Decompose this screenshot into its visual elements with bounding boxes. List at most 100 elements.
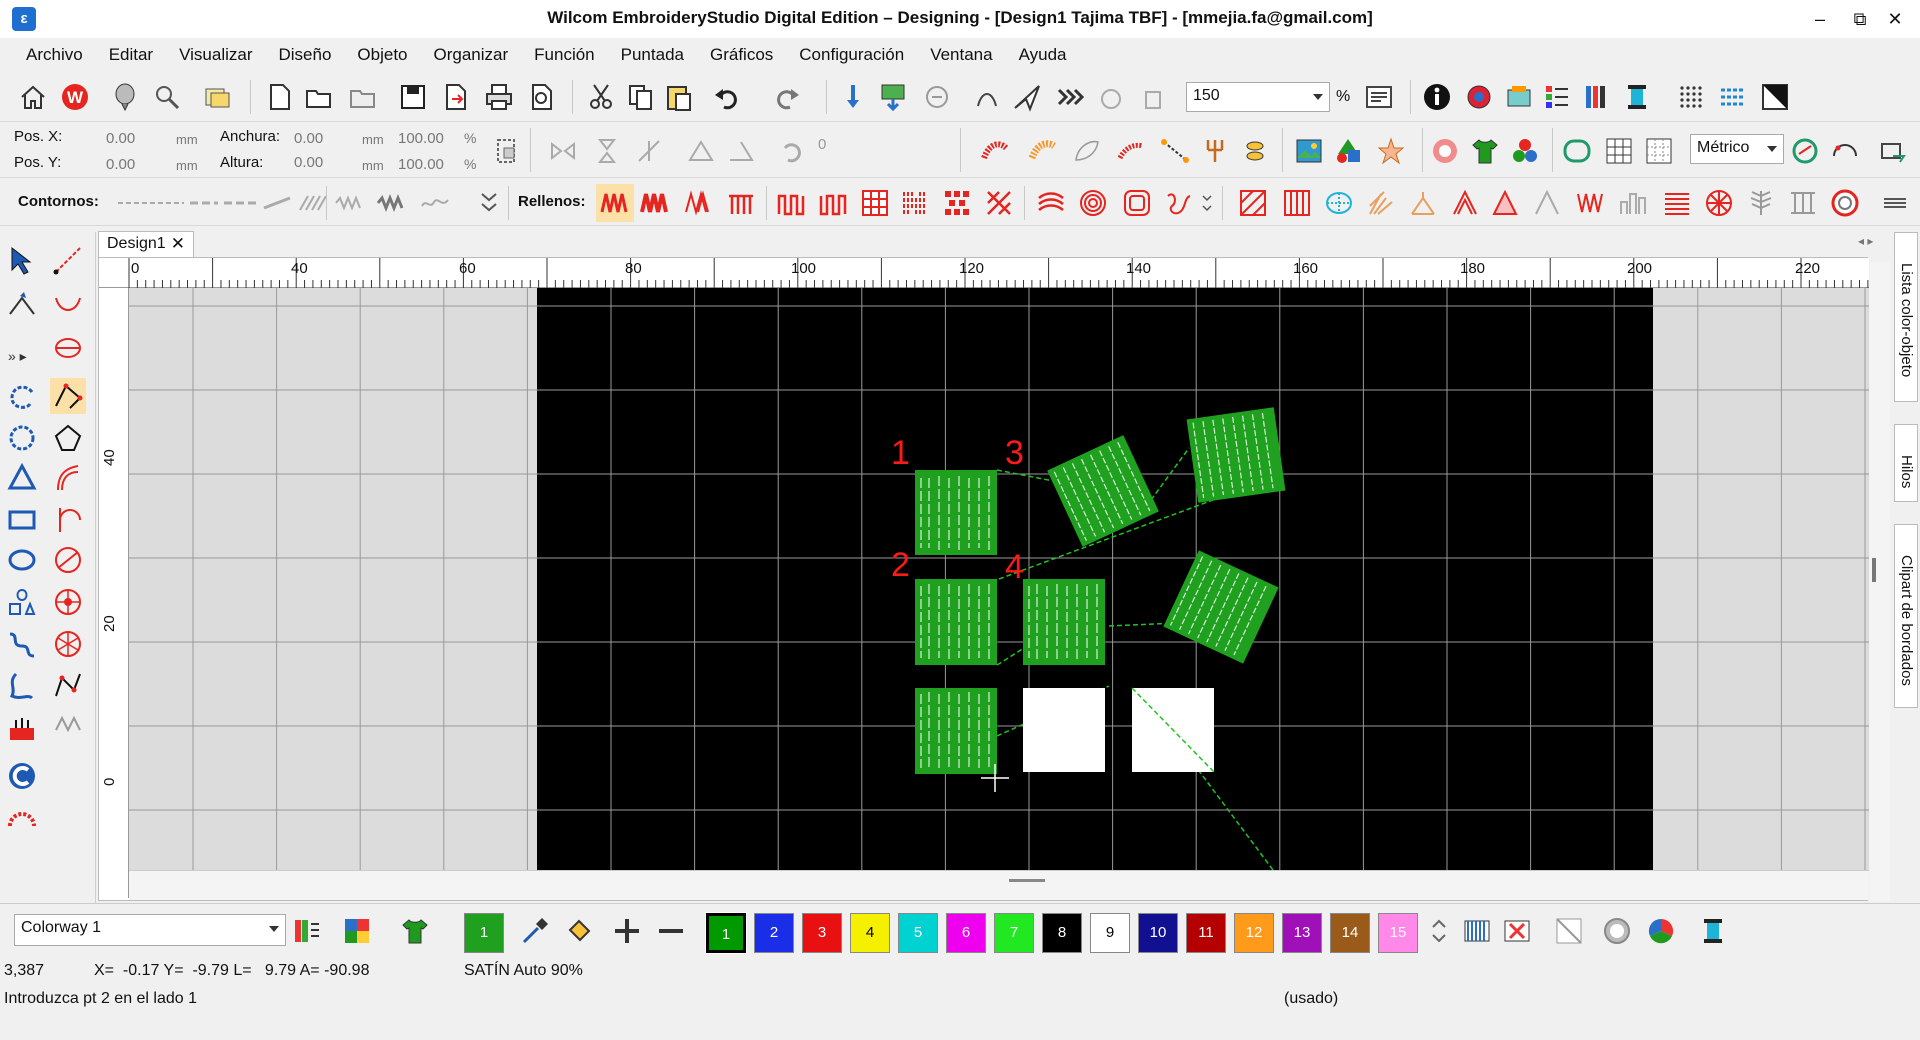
lace-fill-icon[interactable] <box>1162 186 1196 220</box>
undo-icon[interactable] <box>710 80 744 114</box>
stitch-square-2[interactable] <box>915 579 997 665</box>
arc-tool-icon[interactable] <box>50 286 86 322</box>
digitize-open-icon[interactable] <box>4 380 40 416</box>
eyedropper-icon[interactable] <box>518 914 552 948</box>
white-square-1[interactable] <box>1023 688 1105 772</box>
monogram-icon[interactable] <box>1428 134 1462 168</box>
more-fills-icon[interactable] <box>1200 186 1214 220</box>
motif-fill-icon[interactable] <box>898 186 932 220</box>
info-icon[interactable] <box>1420 80 1454 114</box>
steps-icon[interactable] <box>1616 186 1650 220</box>
multi-decoration-icon[interactable] <box>1508 134 1542 168</box>
stitch-player-icon[interactable] <box>836 80 870 114</box>
print-preview-icon[interactable] <box>524 80 558 114</box>
freehand-closed-icon[interactable] <box>4 668 40 704</box>
step-fill-icon[interactable] <box>724 186 758 220</box>
picture-icon[interactable] <box>1292 134 1326 168</box>
menu-ayuda[interactable]: Ayuda <box>1019 45 1067 65</box>
sequence-icon[interactable] <box>1716 80 1750 114</box>
monogram-tool-icon[interactable] <box>50 708 86 744</box>
send-to-machine-icon[interactable] <box>876 80 910 114</box>
zigzag-icon[interactable] <box>374 186 408 220</box>
radial-fill-icon[interactable] <box>1364 186 1398 220</box>
trim-icon[interactable] <box>1136 80 1170 114</box>
run-outline-icon[interactable] <box>116 186 186 220</box>
reshape-line-icon[interactable] <box>50 242 86 278</box>
colorway-grid-icon[interactable] <box>340 914 374 948</box>
menu-visualizar[interactable]: Visualizar <box>179 45 252 65</box>
star-fill-icon[interactable] <box>1406 186 1440 220</box>
contour-fill-icon[interactable] <box>1120 186 1154 220</box>
thread-matching-icon[interactable] <box>1500 914 1534 948</box>
machine-icon[interactable] <box>920 80 954 114</box>
thread-swatch[interactable]: 4 <box>850 913 890 953</box>
menu-configuracion[interactable]: Configuración <box>799 45 904 65</box>
colorway-combo[interactable]: Colorway 1 <box>14 914 286 946</box>
thread-swatch[interactable]: 6 <box>946 913 986 953</box>
colorway-list-icon[interactable] <box>290 914 324 948</box>
thread-swatch[interactable]: 9 <box>1090 913 1130 953</box>
hoop-icon[interactable] <box>1094 80 1128 114</box>
open-folder-icon[interactable] <box>302 80 336 114</box>
vertical-scrollbar-thumb[interactable] <box>1872 558 1876 582</box>
grid-dots-icon[interactable] <box>1674 80 1708 114</box>
shapes-icon[interactable] <box>1332 134 1366 168</box>
expand-chevron-icon[interactable]: » ▸ <box>8 348 27 365</box>
rotate-ccw-icon[interactable] <box>724 134 758 168</box>
rulers-toggle-icon[interactable] <box>1642 134 1676 168</box>
properties-icon[interactable] <box>1362 80 1396 114</box>
threads-icon[interactable] <box>1580 80 1614 114</box>
thread-swatch[interactable]: 1 <box>705 912 747 954</box>
paste-icon[interactable] <box>662 80 696 114</box>
columns-icon[interactable] <box>1786 186 1820 220</box>
stippling-icon[interactable] <box>1488 186 1522 220</box>
satin-stitch-icon[interactable] <box>978 134 1012 168</box>
pattern-fill-icon[interactable] <box>858 186 892 220</box>
close-button[interactable]: ✕ <box>1870 0 1920 38</box>
tshirt-icon[interactable] <box>1468 134 1502 168</box>
travel-icon[interactable] <box>970 80 1004 114</box>
radial-tool-icon[interactable] <box>50 584 86 620</box>
skew-icon[interactable] <box>684 134 718 168</box>
fish-icon[interactable] <box>1240 134 1274 168</box>
menu-objeto[interactable]: Objeto <box>357 45 407 65</box>
satin-outline-icon[interactable] <box>332 186 366 220</box>
stitch-square-1[interactable] <box>915 470 997 555</box>
thread-swatch[interactable]: 10 <box>1138 913 1178 953</box>
cross-stitch-icon[interactable] <box>940 186 974 220</box>
garment-icon[interactable] <box>398 914 432 948</box>
paint-bucket-icon[interactable] <box>562 914 596 948</box>
radial-lines-icon[interactable] <box>1702 186 1736 220</box>
open-recent-icon[interactable] <box>346 80 380 114</box>
stitch-square-4[interactable] <box>1023 579 1105 665</box>
wilcom-w-icon[interactable]: W <box>58 80 92 114</box>
shapes-tool-icon[interactable] <box>4 584 40 620</box>
grid-toggle-icon[interactable] <box>1602 134 1636 168</box>
export-icon[interactable] <box>438 80 472 114</box>
menu-funcion[interactable]: Función <box>534 45 594 65</box>
sequin-fill-icon[interactable] <box>982 186 1016 220</box>
mirror-horizontal-icon[interactable] <box>546 134 580 168</box>
zoom-combo[interactable]: 150 <box>1186 82 1330 112</box>
spiral-fill-icon[interactable] <box>1076 186 1110 220</box>
digitize-closed-icon[interactable] <box>4 420 40 456</box>
column-fill-icon[interactable] <box>1280 186 1314 220</box>
redo-icon[interactable] <box>770 80 804 114</box>
menu-organizar[interactable]: Organizar <box>434 45 509 65</box>
fern-icon[interactable] <box>1744 186 1778 220</box>
scroll-swatches-icon[interactable] <box>1422 914 1456 948</box>
trapunto-icon[interactable] <box>1530 186 1564 220</box>
stitch-square-bottom[interactable] <box>915 688 997 774</box>
satin-fill-icon[interactable] <box>638 186 672 220</box>
add-color-icon[interactable] <box>610 914 644 948</box>
bezier-tool-icon[interactable] <box>50 668 86 704</box>
point-to-point-icon[interactable] <box>1158 134 1192 168</box>
select-arrow-icon[interactable] <box>4 242 40 278</box>
hoop-display-icon[interactable] <box>1560 134 1594 168</box>
lock-proportion-icon[interactable] <box>488 134 522 168</box>
balloon-icon[interactable] <box>108 80 142 114</box>
lettering-arc-icon[interactable] <box>4 798 40 834</box>
design-library-icon[interactable] <box>150 80 184 114</box>
remove-color-icon[interactable] <box>654 914 688 948</box>
menu-archivo[interactable]: Archivo <box>26 45 83 65</box>
